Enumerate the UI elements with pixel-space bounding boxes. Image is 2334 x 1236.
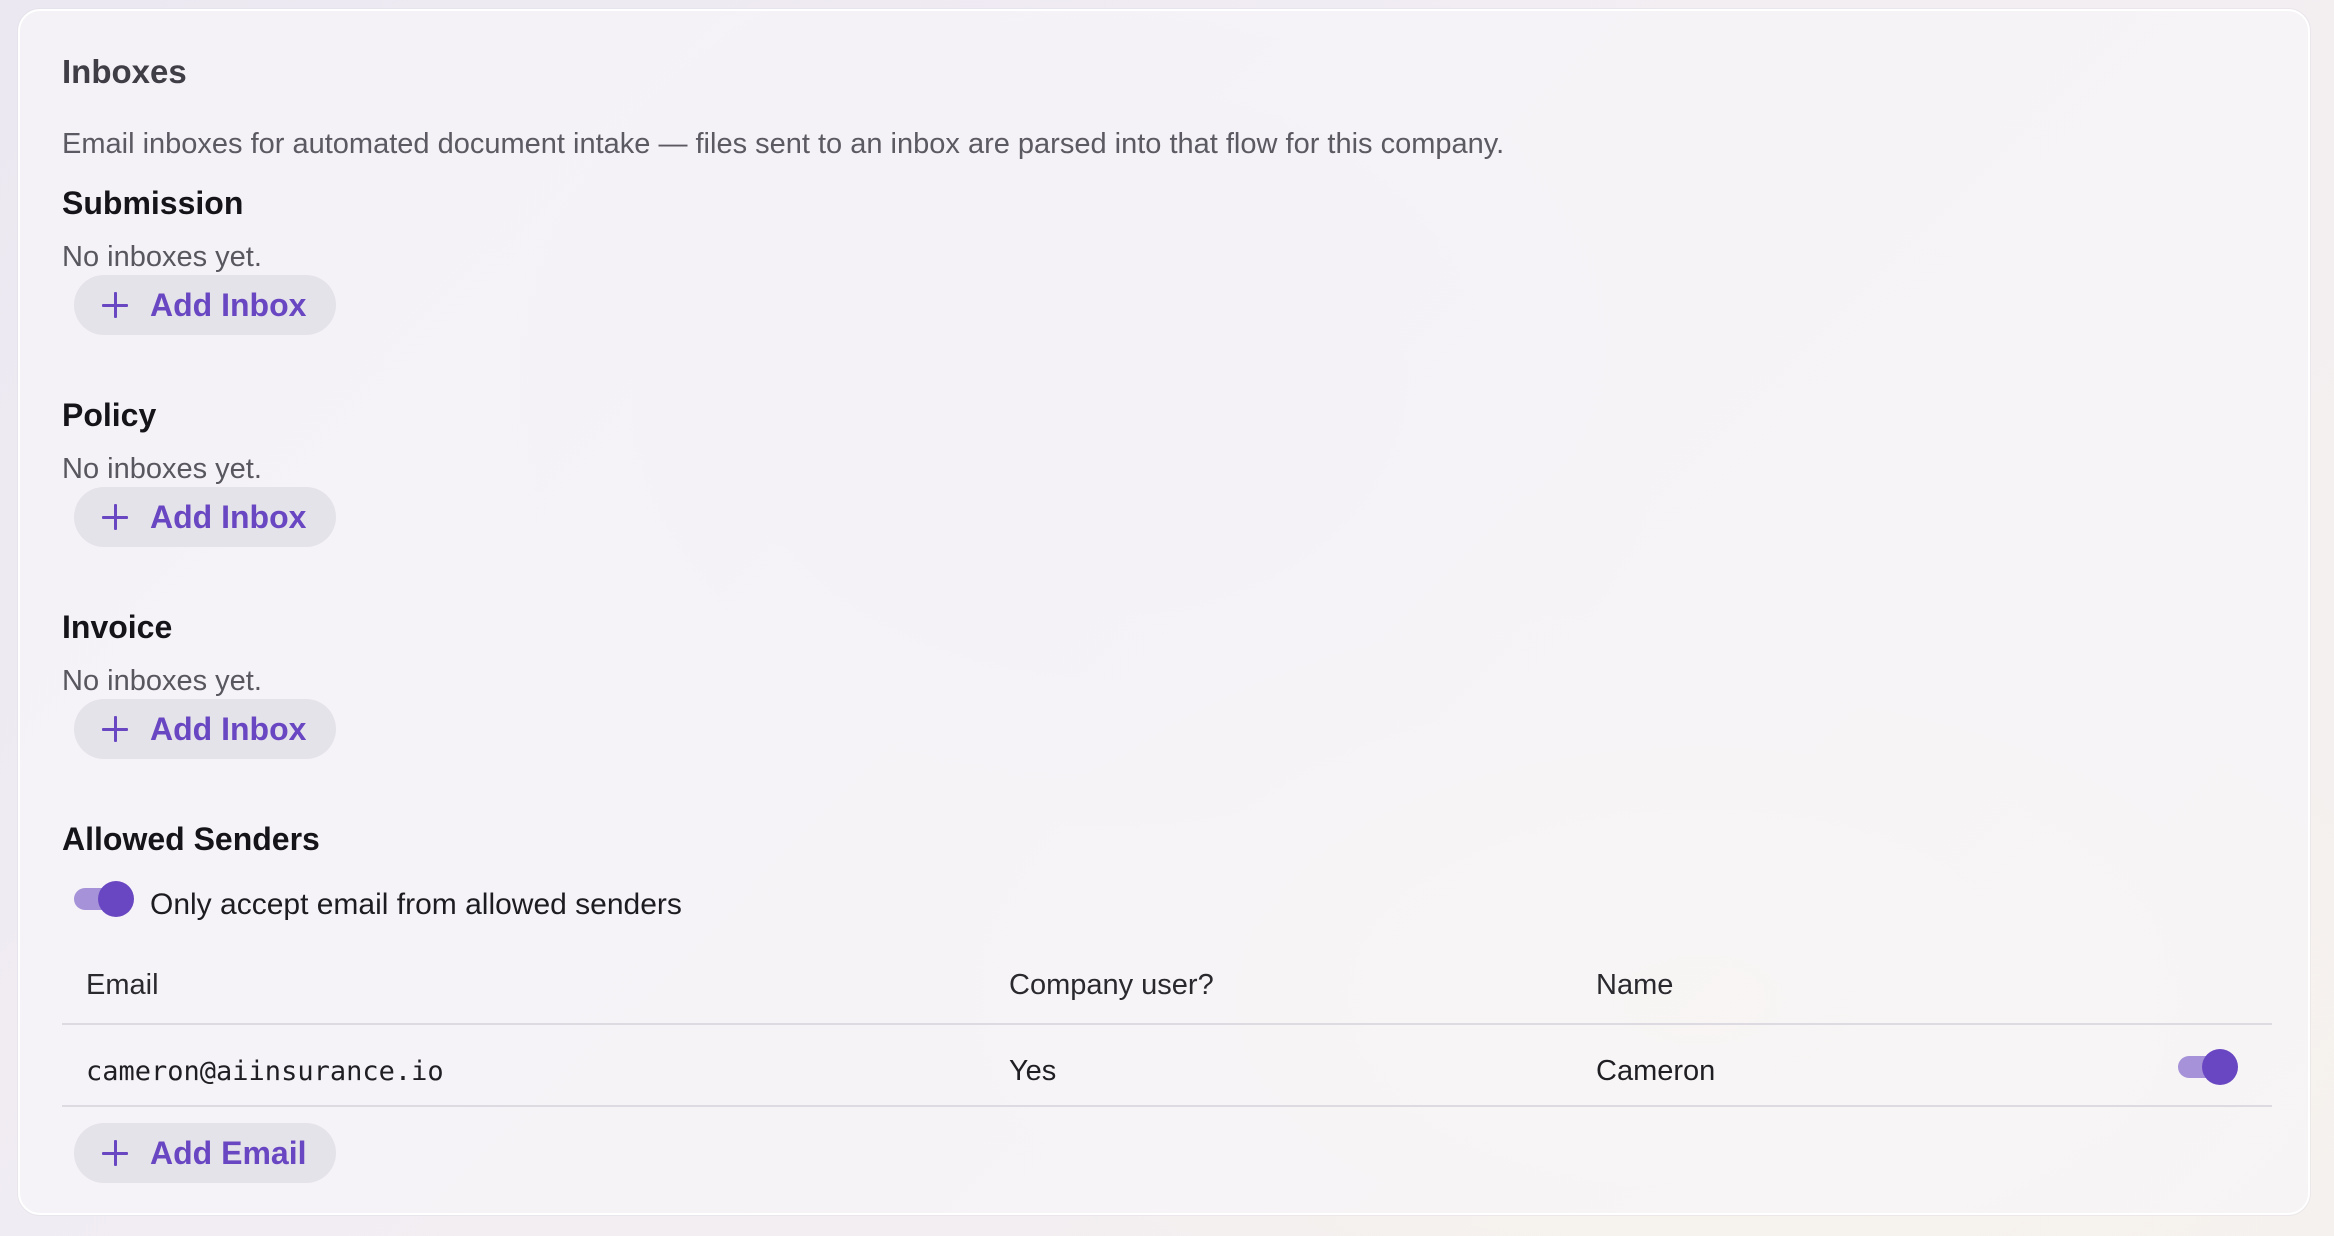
card-description: Email inboxes for automated document int… <box>62 128 1505 160</box>
add-inbox-button-invoice[interactable]: Add Inbox <box>74 699 337 759</box>
empty-text-policy: No inboxes yet. <box>62 453 262 485</box>
sender-company-user: Yes <box>1009 1055 1057 1087</box>
inboxes-card: Inboxes Email inboxes for automated docu… <box>18 9 2310 1215</box>
empty-text-invoice: No inboxes yet. <box>62 665 262 697</box>
table-header-divider <box>62 1023 2272 1025</box>
add-email-label: Add Email <box>150 1134 307 1171</box>
column-header-name: Name <box>1596 969 1674 1001</box>
column-header-company-user: Company user? <box>1009 969 1214 1001</box>
sender-email: cameron@aiinsurance.io <box>86 1056 444 1087</box>
toggle-knob <box>2202 1049 2238 1085</box>
add-inbox-label: Add Inbox <box>150 710 307 747</box>
section-heading-invoice: Invoice <box>62 609 173 645</box>
add-email-button[interactable]: Add Email <box>74 1123 337 1183</box>
add-inbox-button-policy[interactable]: Add Inbox <box>74 487 337 547</box>
table-row-divider <box>62 1105 2272 1107</box>
sender-enabled-toggle[interactable] <box>2178 1049 2238 1085</box>
column-header-email: Email <box>86 969 159 1001</box>
toggle-knob <box>98 881 134 917</box>
section-heading-policy: Policy <box>62 397 157 433</box>
add-inbox-label: Add Inbox <box>150 286 307 323</box>
add-inbox-button-submission[interactable]: Add Inbox <box>74 275 337 335</box>
allowed-senders-only-toggle[interactable] <box>74 881 134 917</box>
card-title: Inboxes <box>62 53 187 90</box>
allowed-senders-only-label: Only accept email from allowed senders <box>150 888 682 921</box>
plus-icon <box>102 1140 128 1166</box>
add-inbox-label: Add Inbox <box>150 498 307 535</box>
plus-icon <box>102 716 128 742</box>
plus-icon <box>102 504 128 530</box>
sender-name: Cameron <box>1596 1055 1716 1087</box>
empty-text-submission: No inboxes yet. <box>62 241 262 273</box>
plus-icon <box>102 292 128 318</box>
section-heading-allowed-senders: Allowed Senders <box>62 821 320 857</box>
section-heading-submission: Submission <box>62 185 244 221</box>
